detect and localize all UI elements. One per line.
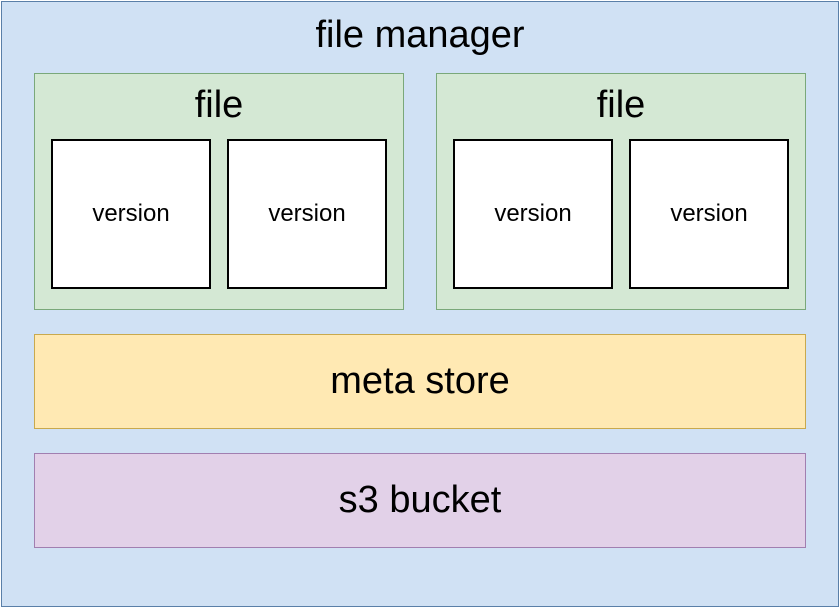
versions-row-1: version version xyxy=(51,139,387,289)
file-title-1: file xyxy=(51,74,387,139)
file-box-1: file version version xyxy=(34,73,404,310)
s3-bucket-box: s3 bucket xyxy=(34,453,806,548)
file-manager-title: file manager xyxy=(34,2,806,73)
file-box-2: file version version xyxy=(436,73,806,310)
versions-row-2: version version xyxy=(453,139,789,289)
meta-store-box: meta store xyxy=(34,334,806,429)
version-box-1-2: version xyxy=(227,139,387,289)
files-row: file version version file version versio… xyxy=(34,73,806,310)
version-box-2-2: version xyxy=(629,139,789,289)
version-box-2-1: version xyxy=(453,139,613,289)
file-manager-container: file manager file version version file v… xyxy=(1,1,839,607)
file-title-2: file xyxy=(453,74,789,139)
version-box-1-1: version xyxy=(51,139,211,289)
